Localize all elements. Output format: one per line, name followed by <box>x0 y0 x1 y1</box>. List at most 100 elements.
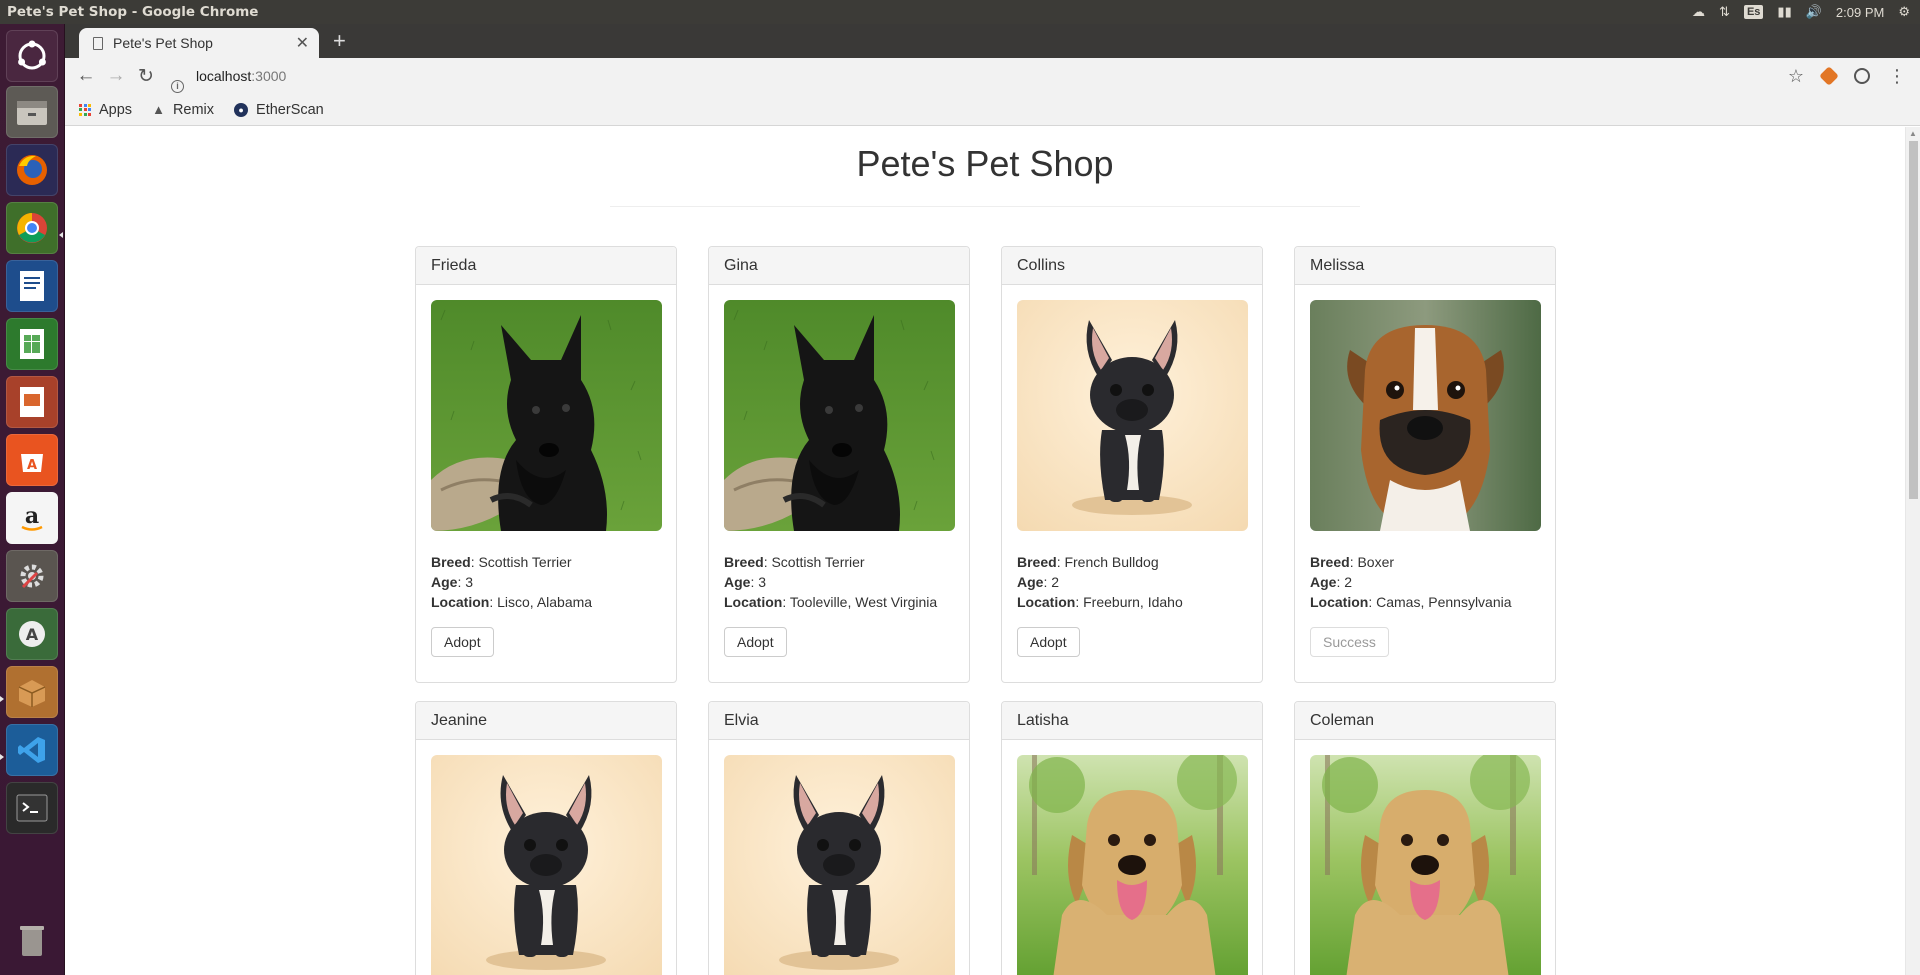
bookmark-label: Remix <box>172 101 215 118</box>
pet-location-label: Location <box>1310 594 1369 610</box>
pet-location-row: Location: Lisco, Alabama <box>431 594 593 610</box>
bookmark-remix[interactable]: ▲ Remix <box>152 102 214 118</box>
pet-age-row: Age: 3 <box>724 574 767 590</box>
scroll-up-arrow-icon[interactable]: ▲ <box>1909 129 1917 138</box>
bookmark-etherscan[interactable]: ● EtherScan <box>234 102 324 118</box>
pet-breed-row: Breed: Boxer <box>1310 554 1395 570</box>
pet-details: Breed: French Bulldog Age: 2 Location: Fre… <box>1017 552 1247 612</box>
pet-card-body: Breed: French Bulldog Age: 2 Location: Fre… <box>1002 285 1262 672</box>
pet-photo <box>431 755 662 975</box>
pet-card: Coleman <box>1294 701 1556 975</box>
close-tab-icon[interactable]: ✕ <box>296 33 309 53</box>
system-top-panel: Pete's Pet Shop - Google Chrome ☁ ⇅ Es ▮… <box>0 0 1920 24</box>
pet-card: Gina Breed: Scottish Terrier Age: 3 Locati… <box>708 246 970 683</box>
pet-card-body <box>416 740 676 975</box>
terminal-icon[interactable] <box>6 782 58 834</box>
bookmark-apps[interactable]: Apps <box>79 102 132 118</box>
impress-icon[interactable] <box>6 376 58 428</box>
unity-launcher: A a A <box>0 24 65 975</box>
new-tab-icon[interactable]: + <box>333 28 346 54</box>
transfer-icon[interactable]: ⇅ <box>1719 4 1730 20</box>
bookmarks-bar: Apps ▲ Remix ● EtherScan <box>65 94 1920 126</box>
pet-card: Collins Breed: French Bulldog Age: 2 Locat… <box>1001 246 1263 683</box>
reload-icon[interactable]: ↻ <box>131 65 161 88</box>
pet-location-value: Freeburn, Idaho <box>1083 594 1183 610</box>
page-scrollbar[interactable]: ▲ <box>1905 127 1920 975</box>
system-settings-icon[interactable] <box>6 550 58 602</box>
pet-breed-value: Boxer <box>1357 554 1395 570</box>
forward-arrow-icon[interactable]: → <box>101 65 131 87</box>
pet-age-value: 3 <box>465 574 474 590</box>
volume-icon[interactable]: 🔊 <box>1806 4 1822 20</box>
menu-kebab-icon[interactable]: ⋮ <box>1888 66 1906 87</box>
pet-card-body <box>1002 740 1262 975</box>
pet-card: Jeanine <box>415 701 677 975</box>
browser-toolbar: ← → ↻ i localhost:3000 ☆ ⋮ <box>65 58 1920 94</box>
adopt-button[interactable]: Adopt <box>431 627 494 657</box>
bookmark-label: EtherScan <box>256 101 324 118</box>
keyboard-layout-indicator[interactable]: Es <box>1743 5 1764 19</box>
pet-location-value: Tooleville, West Virginia <box>789 594 938 610</box>
pet-breed-row: Breed: Scottish Terrier <box>431 554 572 570</box>
pet-name: Gina <box>709 247 969 285</box>
pet-age-value: 2 <box>1344 574 1353 590</box>
vscode-icon[interactable] <box>6 724 58 776</box>
pet-breed-label: Breed <box>1017 554 1057 570</box>
bookmark-star-icon[interactable]: ☆ <box>1788 66 1804 87</box>
amazon-icon[interactable]: a <box>6 492 58 544</box>
pet-name: Collins <box>1002 247 1262 285</box>
profile-avatar-icon[interactable] <box>1854 68 1870 84</box>
svg-text:A: A <box>27 458 37 473</box>
clock[interactable]: 2:09 PM <box>1836 5 1884 20</box>
writer-icon[interactable] <box>6 260 58 312</box>
pet-location-row: Location: Camas, Pennsylvania <box>1310 594 1512 610</box>
pet-age-value: 2 <box>1051 574 1060 590</box>
battery-icon[interactable]: ▮▮ <box>1777 4 1791 20</box>
pet-card: Latisha <box>1001 701 1263 975</box>
software-updater-icon[interactable]: A <box>6 608 58 660</box>
tab-petshop[interactable]: Pete's Pet Shop ✕ <box>79 28 319 58</box>
pet-card-body: Breed: Boxer Age: 2 Location: Camas, Penns… <box>1295 285 1555 672</box>
settings-gear-icon[interactable]: ⚙ <box>1898 4 1910 20</box>
ubuntu-dash-icon[interactable] <box>6 30 58 82</box>
pet-age-row: Age: 2 <box>1310 574 1353 590</box>
back-arrow-icon[interactable]: ← <box>71 65 101 87</box>
adopt-success-button[interactable]: Success <box>1310 627 1389 657</box>
software-center-icon[interactable]: A <box>6 434 58 486</box>
apps-grid-icon <box>79 103 91 116</box>
adopt-button[interactable]: Adopt <box>724 627 787 657</box>
remix-icon: ▲ <box>152 102 165 117</box>
pet-age-label: Age <box>724 574 751 590</box>
pet-card: Melissa Breed: Boxer Age: 2 Location: Cama… <box>1294 246 1556 683</box>
pet-photo <box>1310 300 1541 531</box>
package-installer-icon[interactable] <box>6 666 58 718</box>
tab-title: Pete's Pet Shop <box>113 35 213 51</box>
pet-name: Frieda <box>416 247 676 285</box>
chrome-icon[interactable] <box>6 202 58 254</box>
scrollbar-thumb[interactable] <box>1909 141 1918 499</box>
adopt-button[interactable]: Adopt <box>1017 627 1080 657</box>
files-icon[interactable] <box>6 86 58 138</box>
firefox-icon[interactable] <box>6 144 58 196</box>
pet-breed-label: Breed <box>431 554 471 570</box>
pet-photo <box>1310 755 1541 975</box>
pet-age-label: Age <box>431 574 458 590</box>
pet-details: Breed: Scottish Terrier Age: 3 Location: L… <box>431 552 661 612</box>
trash-icon[interactable] <box>6 914 58 966</box>
pet-breed-row: Breed: French Bulldog <box>1017 554 1159 570</box>
pet-card-body <box>1295 740 1555 975</box>
calc-icon[interactable] <box>6 318 58 370</box>
page-icon <box>93 36 103 50</box>
metamask-fox-icon[interactable] <box>1819 66 1839 86</box>
pet-breed-label: Breed <box>1310 554 1350 570</box>
pet-location-label: Location <box>724 594 783 610</box>
svg-text:a: a <box>25 503 39 529</box>
pet-card: Elvia <box>708 701 970 975</box>
pet-details: Breed: Scottish Terrier Age: 3 Location: T… <box>724 552 954 612</box>
network-manager-icon[interactable]: ☁ <box>1692 4 1705 20</box>
address-bar[interactable]: i localhost:3000 <box>171 61 1731 93</box>
pet-age-row: Age: 2 <box>1017 574 1060 590</box>
pet-location-label: Location <box>431 594 490 610</box>
page-viewport: Pete's Pet Shop Frieda Breed: Scottish T… <box>65 127 1905 975</box>
site-info-icon[interactable]: i <box>171 80 184 93</box>
